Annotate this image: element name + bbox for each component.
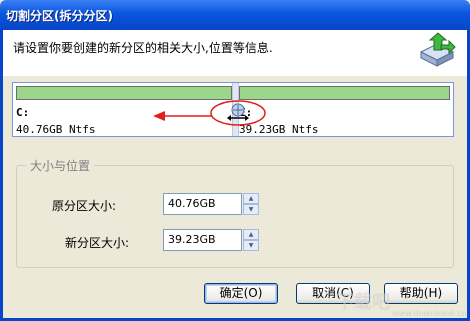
header-description: 请设置你要创建的新分区的相关大小,位置等信息. [13, 41, 273, 55]
window-title: 切割分区(拆分分区) [6, 9, 113, 23]
new-size-input[interactable]: 39.23GB [163, 229, 242, 251]
partition-c-bar [16, 86, 232, 100]
new-size-down-icon[interactable]: ▼ [243, 240, 259, 251]
size-position-group-title: 大小与位置 [26, 157, 95, 174]
title-bar[interactable]: 切割分区(拆分分区) [0, 0, 470, 30]
header-separator [3, 75, 467, 76]
original-size-down-icon[interactable]: ▼ [243, 204, 259, 215]
dialog-header: 请设置你要创建的新分区的相关大小,位置等信息. [3, 30, 467, 76]
cancel-button[interactable]: 取消(C) [296, 283, 370, 304]
help-button[interactable]: 帮助(H) [384, 283, 458, 304]
new-size-up-icon[interactable]: ▲ [243, 229, 259, 240]
partition-c-info: 40.76GB Ntfs [16, 123, 96, 136]
original-size-label: 原分区大小: [52, 199, 117, 213]
partition-e-bar [239, 86, 450, 100]
partition-wizard-icon [419, 32, 456, 67]
resize-cursor-icon[interactable] [227, 103, 249, 123]
new-size-spinner[interactable]: 39.23GB ▲ ▼ [163, 229, 259, 251]
original-size-input[interactable]: 40.76GB [163, 193, 242, 215]
partition-e-name: E: [239, 106, 253, 119]
original-size-up-icon[interactable]: ▲ [243, 193, 259, 204]
size-position-group [16, 165, 454, 268]
ok-button[interactable]: 确定(O) [204, 283, 278, 304]
original-size-spinner[interactable]: 40.76GB ▲ ▼ [163, 193, 259, 215]
partition-e-info: 39.23GB Ntfs [239, 123, 319, 136]
partition-e[interactable]: E: 39.23GB Ntfs [239, 86, 450, 136]
red-arrow-annotation-icon [153, 111, 211, 121]
new-size-label: 新分区大小: [65, 236, 130, 250]
